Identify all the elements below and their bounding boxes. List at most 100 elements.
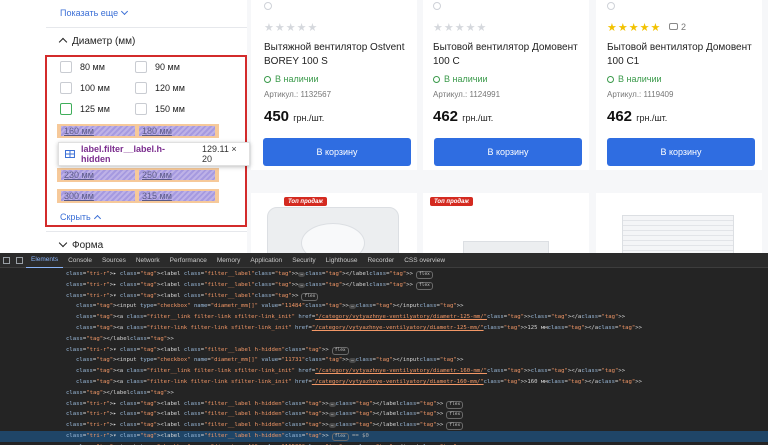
product-card[interactable]: ★★★★★ Бытовой вентилятор Домовент 100 С … (423, 0, 589, 170)
product-sku: Артикул.: 1124991 (433, 90, 501, 99)
check-circle-icon (607, 75, 614, 83)
tab-memory[interactable]: Memory (212, 253, 245, 268)
dom-tree-line[interactable]: class="tag"><a class="filter-link filter… (0, 377, 768, 388)
rating-stars: ★★★★★ (607, 22, 662, 34)
tooltip-dimensions: 129.11 × 20 (202, 144, 237, 164)
collapse-link[interactable]: Скрыть (60, 212, 101, 223)
product-sku: Артикул.: 1132567 (264, 90, 332, 99)
dom-tree-line[interactable]: class="tag"></labelclass="tag">> (0, 334, 768, 345)
filter-sidebar: Показать еще Диаметр (мм) 80 мм 90 мм 10… (0, 0, 247, 253)
product-card[interactable] (596, 193, 762, 253)
check-circle-icon (264, 75, 271, 83)
tab-css-overview[interactable]: CSS overview (399, 253, 450, 268)
tab-elements[interactable]: Elements (26, 253, 64, 268)
price-unit: грн./шт. (462, 113, 494, 123)
stock-status: В наличии (607, 74, 662, 84)
product-card[interactable] (251, 193, 417, 253)
chevron-up-icon (93, 214, 101, 223)
stock-label: В наличии (618, 74, 662, 84)
price-value: 450 (264, 108, 290, 125)
product-image[interactable] (622, 215, 734, 253)
show-more-label: Показать еще (60, 8, 119, 18)
dom-tree-line[interactable]: class="tag"></labelclass="tag">> (0, 388, 768, 399)
dom-tree-line[interactable]: class="tri-r">▾ class="tag"><label class… (0, 430, 768, 442)
rating-stars: ★★★★★ (264, 22, 319, 34)
product-title[interactable]: Бытовой вентилятор Домовент 100 С1 (607, 41, 757, 69)
dom-tree[interactable]: class="tri-r">▸ class="tag"><label class… (0, 269, 768, 445)
diameter-title-label: Диаметр (мм) (72, 36, 136, 47)
collapse-arrow-icon (58, 37, 68, 47)
dom-tree-line[interactable]: class="tri-r">▾ class="tag"><label class… (0, 291, 768, 302)
dom-tree-line[interactable]: class="tri-r">▾ class="tag"><label class… (0, 345, 768, 356)
add-to-cart-button[interactable]: В корзину (434, 138, 582, 166)
dom-tree-line[interactable]: class="tag"><input type="checkbox" name=… (0, 355, 768, 366)
product-price: 462 грн./шт. (433, 108, 493, 125)
comment-icon (669, 23, 678, 30)
tab-application[interactable]: Application (245, 253, 287, 268)
product-title[interactable]: Бытовой вентилятор Домовент 100 С (433, 41, 583, 69)
price-value: 462 (433, 108, 459, 125)
device-toolbar-icon[interactable] (16, 256, 23, 264)
compare-toggle[interactable] (264, 2, 272, 10)
flex-badge[interactable]: flex (331, 432, 349, 441)
product-title[interactable]: Вытяжной вентилятор Ostvent BOREY 100 S (264, 41, 414, 69)
devtools-tabbar: Elements Console Sources Network Perform… (0, 253, 768, 268)
dom-tree-line[interactable]: class="tri-r">▸ class="tag"><label class… (0, 399, 768, 410)
devtools-panel: Elements Console Sources Network Perform… (0, 253, 768, 445)
flex-badge[interactable]: flex (416, 281, 433, 290)
tab-sources[interactable]: Sources (97, 253, 131, 268)
dom-tree-line[interactable]: class="tri-r">▸ class="tag"><label class… (0, 409, 768, 420)
dom-tree-line[interactable]: class="tri-r">▸ class="tag"><label class… (0, 269, 768, 280)
tab-performance[interactable]: Performance (165, 253, 212, 268)
add-to-cart-button[interactable]: В корзину (263, 138, 411, 166)
compare-toggle[interactable] (433, 2, 441, 10)
flex-badge[interactable]: flex (331, 346, 349, 355)
product-sku: Артикул.: 1119409 (607, 90, 674, 99)
add-to-cart-button[interactable]: В корзину (607, 138, 755, 166)
price-unit: грн./шт. (636, 113, 668, 123)
flex-badge[interactable]: flex (446, 400, 464, 409)
reviews-count[interactable]: 2 (669, 22, 686, 32)
top-sales-badge: Топ продаж (284, 197, 327, 206)
tab-lighthouse[interactable]: Lighthouse (321, 253, 363, 268)
tab-console[interactable]: Console (63, 253, 97, 268)
inspect-icon[interactable] (3, 256, 10, 264)
diameter-filter-title[interactable]: Диаметр (мм) (58, 36, 136, 47)
tab-security[interactable]: Security (287, 253, 320, 268)
tab-recorder[interactable]: Recorder (362, 253, 399, 268)
app-root: Показать еще Диаметр (мм) 80 мм 90 мм 10… (0, 0, 768, 445)
flex-badge[interactable]: flex (301, 292, 319, 301)
rating-stars: ★★★★★ (433, 22, 488, 34)
dom-tree-line[interactable]: class="tri-r">▸ class="tag"><label class… (0, 420, 768, 431)
tab-network[interactable]: Network (131, 253, 165, 268)
chevron-down-icon (121, 7, 129, 16)
product-image[interactable] (463, 241, 549, 253)
dom-tree-line[interactable]: class="tag"><a class="filter-link filter… (0, 323, 768, 334)
stock-status: В наличии (433, 74, 488, 84)
product-card[interactable]: ★★★★★ 2 Бытовой вентилятор Домовент 100 … (596, 0, 762, 170)
top-sales-badge: Топ продаж (430, 197, 473, 206)
price-value: 462 (607, 108, 633, 125)
reviews-value: 2 (681, 22, 687, 32)
divider (46, 27, 247, 28)
tooltip-selector: label.filter__label.h-hidden (80, 144, 165, 164)
check-circle-icon (433, 75, 440, 83)
dom-tree-line[interactable]: class="tag"><a class="filter__link filte… (0, 312, 768, 323)
stock-status: В наличии (264, 74, 319, 84)
show-more-link[interactable]: Показать еще (60, 7, 129, 18)
product-price: 462 грн./шт. (607, 108, 667, 125)
product-card[interactable]: ★★★★★ Вытяжной вентилятор Ostvent BOREY … (251, 0, 417, 170)
flex-badge[interactable]: flex (446, 411, 464, 420)
stock-label: В наличии (275, 74, 319, 84)
dom-tree-line[interactable]: class="tri-r">▸ class="tag"><label class… (0, 280, 768, 291)
dom-tree-line[interactable]: class="tag"><input type="checkbox" name=… (0, 301, 768, 312)
form-filter-title[interactable]: Форма (58, 238, 103, 251)
expand-arrow-icon (58, 238, 68, 248)
flex-badge[interactable]: flex (446, 422, 464, 431)
element-inspect-tooltip: label.filter__label.h-hidden 129.11 × 20 (58, 142, 250, 166)
divider (46, 231, 247, 232)
dom-tree-line[interactable]: class="tag"><a class="filter__link filte… (0, 366, 768, 377)
flex-badge[interactable]: flex (416, 271, 433, 279)
compare-toggle[interactable] (607, 2, 615, 10)
inspection-highlight-box (45, 55, 247, 227)
